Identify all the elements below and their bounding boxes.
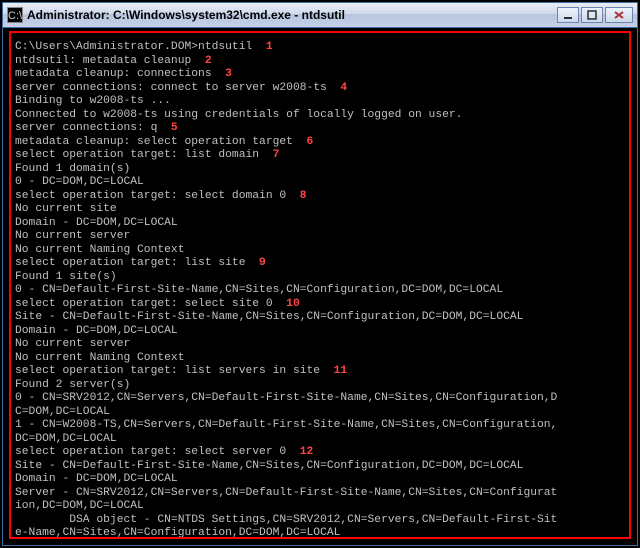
terminal-line: No current site — [15, 203, 625, 217]
terminal-line-annotated: C:\Users\Administrator.DOM>ntdsutil 1 — [15, 41, 625, 55]
terminal-text: Found 1 domain(s) — [15, 163, 130, 175]
annotation-number: 12 — [286, 446, 313, 458]
terminal-text: metadata cleanup: select operation targe… — [15, 136, 293, 148]
terminal-text: Domain - DC=DOM,DC=LOCAL — [15, 473, 178, 485]
terminal-text: select operation target: list servers in… — [15, 365, 320, 377]
annotation-number: 9 — [246, 257, 266, 269]
terminal-line-annotated: select operation target: select server 0… — [15, 446, 625, 460]
terminal-text: ntdsutil: metadata cleanup — [15, 55, 191, 67]
terminal-text: select operation target: select domain 0 — [15, 190, 286, 202]
terminal-line: Domain - DC=DOM,DC=LOCAL — [15, 217, 625, 231]
terminal-text: Site - CN=Default-First-Site-Name,CN=Sit… — [15, 311, 523, 323]
terminal-text: 1 - CN=W2008-TS,CN=Servers,CN=Default-Fi… — [15, 419, 557, 431]
terminal-line: DC=DOM,DC=LOCAL — [15, 433, 625, 447]
cmd-window: C:\ Administrator: C:\Windows\system32\c… — [2, 2, 638, 546]
terminal-text: Server - CN=SRV2012,CN=Servers,CN=Defaul… — [15, 487, 557, 499]
annotation-number: 11 — [320, 365, 347, 377]
terminal-output[interactable]: C:\Users\Administrator.DOM>ntdsutil 1ntd… — [9, 31, 631, 539]
terminal-line-annotated: select operation target: select site 0 1… — [15, 298, 625, 312]
terminal-text: metadata cleanup: connections — [15, 68, 212, 80]
terminal-line: Connected to w2008-ts using credentials … — [15, 109, 625, 123]
terminal-text: Found 2 server(s) — [15, 379, 130, 391]
annotation-number: 5 — [157, 122, 177, 134]
terminal-line: No current server — [15, 338, 625, 352]
terminal-line: Found 1 domain(s) — [15, 163, 625, 177]
terminal-text: 0 - CN=SRV2012,CN=Servers,CN=Default-Fir… — [15, 392, 557, 404]
minimize-button[interactable] — [557, 7, 579, 23]
terminal-text: server connections: connect to server w2… — [15, 82, 327, 94]
terminal-line: Server - CN=SRV2012,CN=Servers,CN=Defaul… — [15, 487, 625, 501]
terminal-line: Binding to w2008-ts ... — [15, 95, 625, 109]
terminal-line: 1 - CN=W2008-TS,CN=Servers,CN=Default-Fi… — [15, 419, 625, 433]
terminal-text: 0 - DC=DOM,DC=LOCAL — [15, 176, 144, 188]
title-bar[interactable]: C:\ Administrator: C:\Windows\system32\c… — [3, 3, 637, 28]
terminal-text: 0 - CN=Default-First-Site-Name,CN=Sites,… — [15, 284, 503, 296]
terminal-text: C=DOM,DC=LOCAL — [15, 406, 110, 418]
terminal-line-annotated: metadata cleanup: connections 3 — [15, 68, 625, 82]
terminal-line-annotated: metadata cleanup: select operation targe… — [15, 136, 625, 150]
annotation-number: 7 — [259, 149, 279, 161]
terminal-line: 0 - CN=SRV2012,CN=Servers,CN=Default-Fir… — [15, 392, 625, 406]
terminal-line: Domain - DC=DOM,DC=LOCAL — [15, 473, 625, 487]
annotation-number: 6 — [293, 136, 313, 148]
terminal-line-annotated: select operation target: list servers in… — [15, 365, 625, 379]
terminal-text: Site - CN=Default-First-Site-Name,CN=Sit… — [15, 460, 523, 472]
terminal-text: No current server — [15, 338, 130, 350]
annotation-number: 8 — [286, 190, 306, 202]
terminal-line-annotated: select operation target: select domain 0… — [15, 190, 625, 204]
terminal-line: No current server — [15, 230, 625, 244]
terminal-line: Site - CN=Default-First-Site-Name,CN=Sit… — [15, 460, 625, 474]
annotation-number: 10 — [273, 298, 300, 310]
terminal-text: select operation target: list domain — [15, 149, 259, 161]
terminal-text: No current Naming Context — [15, 244, 184, 256]
terminal-line: No current Naming Context — [15, 352, 625, 366]
terminal-line: Found 2 server(s) — [15, 379, 625, 393]
terminal-line: Site - CN=Default-First-Site-Name,CN=Sit… — [15, 311, 625, 325]
annotation-number: 4 — [327, 82, 347, 94]
terminal-text: Domain - DC=DOM,DC=LOCAL — [15, 217, 178, 229]
terminal-text: No current site — [15, 203, 117, 215]
terminal-line: No current Naming Context — [15, 244, 625, 258]
terminal-text: Domain - DC=DOM,DC=LOCAL — [15, 325, 178, 337]
terminal-text: No current Naming Context — [15, 352, 184, 364]
terminal-line: e-Name,CN=Sites,CN=Configuration,DC=DOM,… — [15, 527, 625, 539]
terminal-text: Binding to w2008-ts ... — [15, 95, 171, 107]
terminal-line: Found 1 site(s) — [15, 271, 625, 285]
terminal-line: C=DOM,DC=LOCAL — [15, 406, 625, 420]
terminal-line-annotated: select operation target: list site 9 — [15, 257, 625, 271]
terminal-text: select operation target: select server 0 — [15, 446, 286, 458]
maximize-button[interactable] — [581, 7, 603, 23]
terminal-text: C:\Users\Administrator.DOM>ntdsutil — [15, 41, 252, 53]
terminal-line-annotated: select operation target: list domain 7 — [15, 149, 625, 163]
close-button[interactable] — [605, 7, 633, 23]
terminal-text: Found 1 site(s) — [15, 271, 117, 283]
terminal-text: select operation target: select site 0 — [15, 298, 273, 310]
annotation-number: 1 — [252, 41, 272, 53]
terminal-line: 0 - CN=Default-First-Site-Name,CN=Sites,… — [15, 284, 625, 298]
terminal-text: DC=DOM,DC=LOCAL — [15, 433, 117, 445]
terminal-line-annotated: server connections: connect to server w2… — [15, 82, 625, 96]
terminal-text: No current server — [15, 230, 130, 242]
annotation-number: 2 — [191, 55, 211, 67]
terminal-text: Connected to w2008-ts using credentials … — [15, 109, 462, 121]
terminal-text: server connections: q — [15, 122, 157, 134]
terminal-line: ion,DC=DOM,DC=LOCAL — [15, 500, 625, 514]
terminal-line: Domain - DC=DOM,DC=LOCAL — [15, 325, 625, 339]
annotation-number: 3 — [212, 68, 232, 80]
terminal-text: ion,DC=DOM,DC=LOCAL — [15, 500, 144, 512]
terminal-line-annotated: ntdsutil: metadata cleanup 2 — [15, 55, 625, 69]
terminal-text: e-Name,CN=Sites,CN=Configuration,DC=DOM,… — [15, 527, 340, 539]
terminal-line-annotated: server connections: q 5 — [15, 122, 625, 136]
terminal-line: DSA object - CN=NTDS Settings,CN=SRV2012… — [15, 514, 625, 528]
terminal-text: select operation target: list site — [15, 257, 246, 269]
cmd-icon: C:\ — [7, 7, 23, 23]
terminal-line: 0 - DC=DOM,DC=LOCAL — [15, 176, 625, 190]
terminal-text: DSA object - CN=NTDS Settings,CN=SRV2012… — [15, 514, 557, 526]
window-title: Administrator: C:\Windows\system32\cmd.e… — [27, 8, 557, 22]
window-controls — [557, 7, 633, 23]
